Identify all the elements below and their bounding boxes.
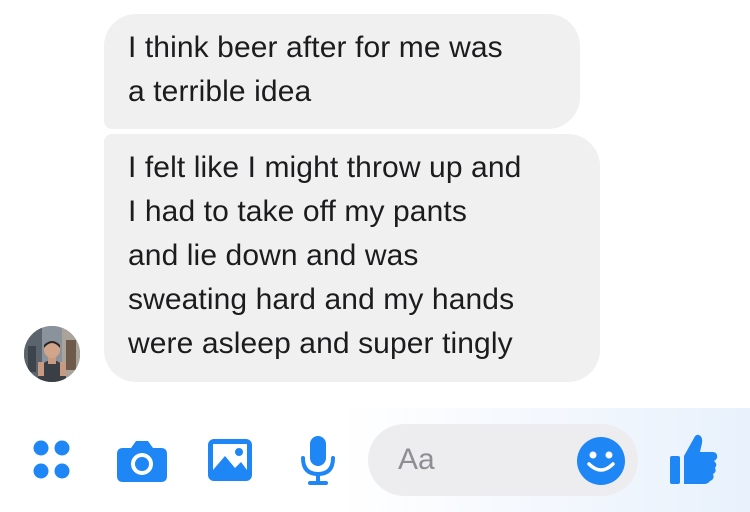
message-bubble[interactable]: I felt like I might throw up and I had t… [104,134,600,382]
message-line: a terrible idea [128,75,312,108]
message-bubble[interactable]: I think beer after for me was a terrible… [104,14,580,129]
message-thread: I think beer after for me was a terrible… [0,0,750,400]
emoji-icon[interactable] [576,436,626,486]
message-line: I had to take off my pants [128,195,467,228]
message-input[interactable]: Aa [368,424,638,496]
photo-icon[interactable] [205,436,255,484]
message-line: I felt like I might throw up and [128,151,522,184]
more-apps-icon[interactable] [31,438,77,484]
avatar-photo [24,326,80,382]
microphone-icon[interactable] [298,432,338,488]
message-line: sweating hard and my hands [128,283,515,316]
composer-bar: Aa [0,408,750,512]
message-line: I think beer after for me was [128,31,503,64]
message-line: and lie down and was [128,239,419,272]
contact-avatar[interactable] [24,326,80,382]
thumbs-up-icon[interactable] [668,432,720,486]
camera-icon[interactable] [115,436,169,484]
message-line: were asleep and super tingly [128,327,513,360]
message-input-placeholder: Aa [398,443,435,476]
